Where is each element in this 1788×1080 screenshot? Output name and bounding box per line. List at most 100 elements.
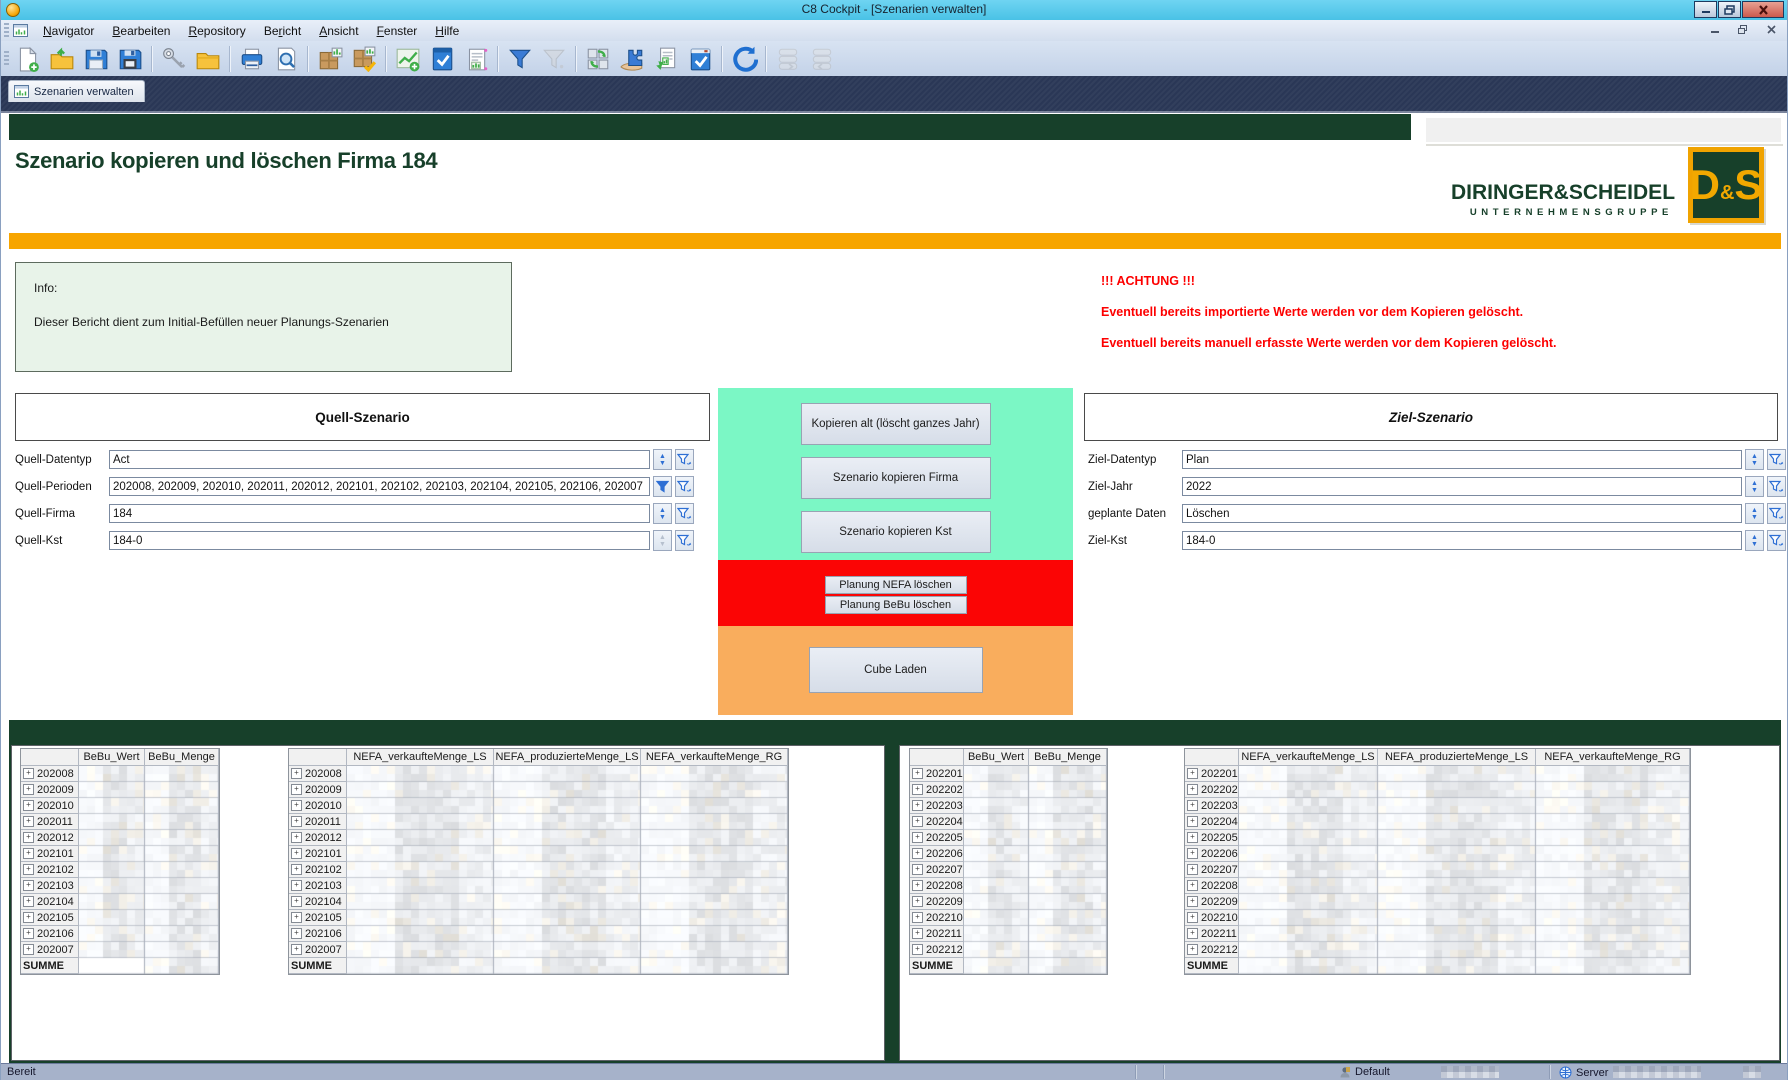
- expand-icon[interactable]: +: [912, 816, 923, 827]
- spinner-button[interactable]: ▲▼: [1745, 476, 1764, 497]
- row-header-period[interactable]: +202208: [910, 878, 964, 894]
- spinner-button[interactable]: ▲▼: [1745, 503, 1764, 524]
- expand-icon[interactable]: +: [291, 880, 302, 891]
- row-header-period[interactable]: +202101: [289, 846, 347, 862]
- row-header-period[interactable]: +202206: [1185, 846, 1239, 862]
- menu-item-hilfe[interactable]: Hilfe: [426, 22, 468, 40]
- folder-icon[interactable]: [193, 44, 223, 74]
- spinner-button[interactable]: ▲▼: [653, 503, 672, 524]
- button-szenario-kopieren-kst[interactable]: Szenario kopieren Kst: [801, 511, 991, 553]
- mdi-minimize-icon[interactable]: [1707, 23, 1723, 36]
- row-header-period[interactable]: +202101: [21, 846, 79, 862]
- row-header-period[interactable]: +202106: [289, 926, 347, 942]
- row-header-period[interactable]: +202212: [910, 942, 964, 958]
- row-header-period[interactable]: +202210: [910, 910, 964, 926]
- expand-icon[interactable]: +: [291, 928, 302, 939]
- expand-icon[interactable]: +: [1187, 896, 1198, 907]
- package-icon[interactable]: [315, 44, 345, 74]
- row-header-period[interactable]: +202103: [21, 878, 79, 894]
- chart-new-icon[interactable]: [393, 44, 423, 74]
- row-header-period[interactable]: +202008: [21, 766, 79, 782]
- expand-icon[interactable]: +: [1187, 864, 1198, 875]
- expand-icon[interactable]: +: [912, 768, 923, 779]
- expand-icon[interactable]: +: [291, 864, 302, 875]
- restore-button[interactable]: [1718, 1, 1741, 18]
- row-header-period[interactable]: +202201: [1185, 766, 1239, 782]
- layout-refresh-icon[interactable]: [583, 44, 613, 74]
- expand-icon[interactable]: +: [912, 800, 923, 811]
- quell-field-input[interactable]: [109, 504, 650, 523]
- column-header[interactable]: NEFA_produzierteMenge_LS: [1378, 749, 1536, 766]
- row-header-period[interactable]: +202207: [910, 862, 964, 878]
- expand-icon[interactable]: +: [291, 832, 302, 843]
- column-header[interactable]: NEFA_produzierteMenge_LS: [494, 749, 641, 766]
- refresh-icon[interactable]: [729, 44, 759, 74]
- expand-icon[interactable]: +: [291, 848, 302, 859]
- minimize-button[interactable]: [1694, 1, 1717, 18]
- row-header-period[interactable]: +202203: [1185, 798, 1239, 814]
- expand-icon[interactable]: +: [291, 816, 302, 827]
- menu-item-bearbeiten[interactable]: Bearbeiten: [103, 22, 179, 40]
- row-header-period[interactable]: +202105: [289, 910, 347, 926]
- plugin-hand-icon[interactable]: [617, 44, 647, 74]
- expand-icon[interactable]: +: [1187, 944, 1198, 955]
- new-document-icon[interactable]: [13, 44, 43, 74]
- row-header-period[interactable]: +202209: [1185, 894, 1239, 910]
- quell-field-input[interactable]: [109, 450, 650, 469]
- row-header-period[interactable]: +202203: [910, 798, 964, 814]
- ziel-field-input[interactable]: [1182, 450, 1742, 469]
- spinner-button[interactable]: ▲▼: [653, 449, 672, 470]
- filter-options-button[interactable]: [1767, 476, 1786, 497]
- tab-szenarien-verwalten[interactable]: Szenarien verwalten: [8, 80, 145, 102]
- report-chart-icon[interactable]: [461, 44, 491, 74]
- expand-icon[interactable]: +: [912, 832, 923, 843]
- row-header-period[interactable]: +202010: [289, 798, 347, 814]
- expand-icon[interactable]: +: [23, 928, 34, 939]
- expand-icon[interactable]: +: [1187, 832, 1198, 843]
- check-panel-icon[interactable]: [427, 44, 457, 74]
- expand-icon[interactable]: +: [23, 864, 34, 875]
- filter-options-button[interactable]: [1767, 449, 1786, 470]
- row-header-period[interactable]: +202010: [21, 798, 79, 814]
- expand-icon[interactable]: +: [1187, 848, 1198, 859]
- row-header-period[interactable]: +202205: [1185, 830, 1239, 846]
- column-header[interactable]: NEFA_verkaufteMenge_LS: [1239, 749, 1378, 766]
- row-header-period[interactable]: +202104: [289, 894, 347, 910]
- expand-icon[interactable]: +: [912, 896, 923, 907]
- row-header-period[interactable]: +202201: [910, 766, 964, 782]
- filter-button[interactable]: [653, 476, 672, 497]
- expand-icon[interactable]: +: [23, 816, 34, 827]
- row-header-period[interactable]: +202204: [1185, 814, 1239, 830]
- button-kopieren-alt-l-scht-ganzes-jahr-[interactable]: Kopieren alt (löscht ganzes Jahr): [801, 403, 991, 445]
- print-preview-icon[interactable]: [271, 44, 301, 74]
- expand-icon[interactable]: +: [912, 880, 923, 891]
- row-header-period[interactable]: +202208: [1185, 878, 1239, 894]
- row-header-period[interactable]: +202207: [1185, 862, 1239, 878]
- ziel-field-input[interactable]: [1182, 504, 1742, 523]
- row-header-period[interactable]: +202205: [910, 830, 964, 846]
- expand-icon[interactable]: +: [23, 784, 34, 795]
- row-header-period[interactable]: +202212: [1185, 942, 1239, 958]
- row-header-period[interactable]: +202009: [289, 782, 347, 798]
- row-header-period[interactable]: +202012: [21, 830, 79, 846]
- filter-options-button[interactable]: [675, 476, 694, 497]
- spinner-button[interactable]: ▲▼: [1745, 449, 1764, 470]
- row-header-period[interactable]: +202102: [289, 862, 347, 878]
- mdi-restore-icon[interactable]: [1735, 23, 1751, 36]
- filter-options-button[interactable]: [1767, 503, 1786, 524]
- column-header[interactable]: BeBu_Menge: [145, 749, 219, 766]
- column-header[interactable]: BeBu_Wert: [964, 749, 1029, 766]
- menu-item-repository[interactable]: Repository: [179, 22, 254, 40]
- column-header[interactable]: NEFA_verkaufteMenge_RG: [1536, 749, 1690, 766]
- expand-icon[interactable]: +: [23, 912, 34, 923]
- expand-icon[interactable]: +: [291, 912, 302, 923]
- expand-icon[interactable]: +: [291, 896, 302, 907]
- expand-icon[interactable]: +: [23, 896, 34, 907]
- column-header[interactable]: BeBu_Wert: [79, 749, 145, 766]
- menu-item-fenster[interactable]: Fenster: [368, 22, 427, 40]
- ziel-field-input[interactable]: [1182, 531, 1742, 550]
- ziel-field-input[interactable]: [1182, 477, 1742, 496]
- filter-options-button[interactable]: [675, 530, 694, 551]
- row-header-period[interactable]: +202008: [289, 766, 347, 782]
- expand-icon[interactable]: +: [1187, 768, 1198, 779]
